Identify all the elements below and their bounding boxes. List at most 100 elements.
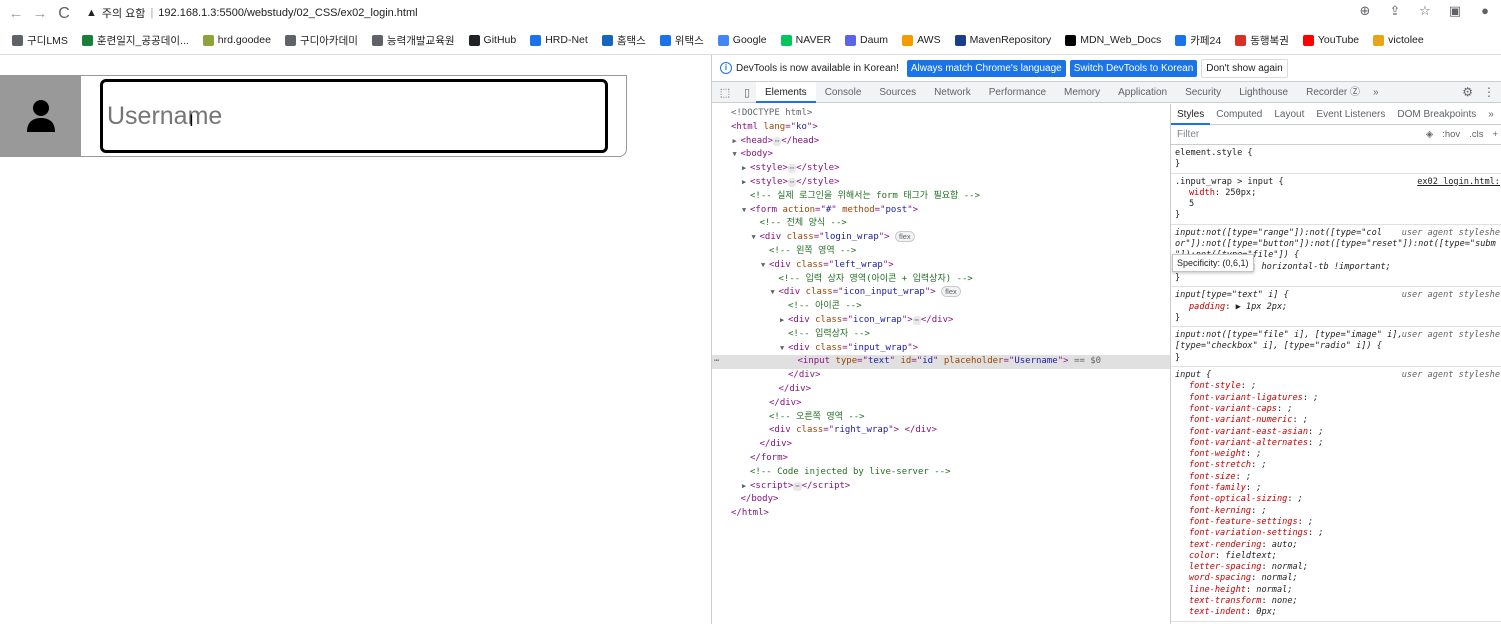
dom-node[interactable]: ▶ <head> ⋯ </head> [712, 135, 1170, 149]
css-property[interactable]: font-variant-east-asian: ; [1175, 427, 1498, 438]
url-text[interactable]: 192.168.1.3:5500/webstudy/02_CSS/ex02_lo… [158, 7, 417, 19]
dom-node[interactable]: ▼ <div class="login_wrap"> flex [712, 231, 1170, 245]
share-icon[interactable]: ⇪ [1385, 3, 1405, 19]
more-tabs-icon[interactable]: » [1373, 87, 1379, 98]
bookmark-item[interactable]: NAVER [780, 34, 831, 46]
dom-node[interactable]: <!-- 왼쪽 영역 --> [712, 245, 1170, 259]
dom-node[interactable]: ▶ <style> ⋯ </style> [712, 162, 1170, 176]
dom-node[interactable]: ▶ <style> ⋯ </style> [712, 176, 1170, 190]
dom-node[interactable]: <!-- 전체 양식 --> [712, 217, 1170, 231]
dom-node[interactable]: <!-- 실제 로그인을 위해서는 form 태그가 필요함 --> [712, 190, 1170, 204]
tab-recorder[interactable]: Recorder Ⓩ [1297, 82, 1369, 103]
settings-gear-icon[interactable]: ⚙ [1462, 85, 1473, 99]
dom-node[interactable]: <!-- 아이콘 --> [712, 300, 1170, 314]
css-property[interactable]: word-spacing: normal; [1175, 573, 1498, 584]
dont-show-again-button[interactable]: Don't show again [1201, 58, 1288, 78]
css-rule[interactable]: input[type="text" i] {user agent stylesh… [1171, 287, 1501, 328]
css-property[interactable]: font-variant-ligatures: ; [1175, 393, 1498, 404]
styles-tab[interactable]: » [1482, 104, 1500, 125]
dom-node[interactable]: <!-- 입력 상자 영역(아이콘 + 입력상자) --> [712, 273, 1170, 287]
bookmark-item[interactable]: 능력개발교육원 [371, 33, 455, 48]
match-language-button[interactable]: Always match Chrome's language [906, 59, 1066, 77]
dom-node[interactable]: </div> [712, 438, 1170, 452]
bookmark-item[interactable]: MDN_Web_Docs [1065, 34, 1161, 46]
css-rule[interactable]: element.style {} [1171, 145, 1501, 174]
zoom-icon[interactable]: ⊕ [1355, 3, 1375, 19]
dom-node[interactable]: <!DOCTYPE html> [712, 107, 1170, 121]
styles-filter[interactable]: Filter ◈:hov .cls + [1171, 125, 1501, 145]
css-rule[interactable]: .input_wrap > input {ex02_login.html: wid… [1171, 174, 1501, 225]
styles-tab[interactable]: Computed [1210, 104, 1268, 125]
dom-node[interactable]: <!-- Code injected by live-server --> [712, 466, 1170, 480]
styles-tab[interactable]: Event Listeners [1310, 104, 1391, 125]
bookmark-item[interactable]: victolee [1373, 34, 1424, 46]
css-rule[interactable]: input {user agent styleshe font-style: ; f… [1171, 367, 1501, 622]
tab-network[interactable]: Network [925, 82, 980, 103]
css-property[interactable]: text-transform: none; [1175, 596, 1498, 607]
bookmark-item[interactable]: hrd.goodee [202, 34, 271, 46]
bookmark-item[interactable]: 위택스 [659, 33, 704, 48]
sidepanel-icon[interactable]: ▣ [1445, 3, 1465, 19]
bookmark-item[interactable]: 동행복권 [1235, 33, 1289, 48]
filter-tool[interactable]: + [1492, 129, 1498, 140]
css-property[interactable]: font-variant-numeric: ; [1175, 415, 1498, 426]
device-toggle-icon[interactable]: ▯ [738, 86, 756, 99]
rule-source[interactable]: ex02_login.html: [1417, 177, 1500, 188]
warning-icon[interactable]: ▲ [86, 7, 97, 19]
bookmark-item[interactable]: Google [717, 34, 767, 46]
dom-node[interactable]: ▼ <div class="left_wrap"> [712, 259, 1170, 273]
dom-node[interactable]: </form> [712, 452, 1170, 466]
dom-node[interactable]: <html lang="ko"> [712, 121, 1170, 135]
css-property[interactable]: font-family: ; [1175, 483, 1498, 494]
css-property[interactable]: letter-spacing: normal; [1175, 562, 1498, 573]
bookmark-item[interactable]: YouTube [1302, 34, 1359, 46]
filter-input[interactable]: Filter [1177, 129, 1426, 140]
dom-node[interactable]: ▶ <div class="icon_wrap"> ⋯ </div> [712, 314, 1170, 328]
styles-tab[interactable]: Layout [1268, 104, 1310, 125]
kebab-menu-icon[interactable]: ⋮ [1483, 85, 1495, 99]
dom-node[interactable]: ▼ <div class="input_wrap"> [712, 342, 1170, 356]
omnibox[interactable]: ▲ 주의 요함 | 192.168.1.3:5500/webstudy/02_C… [86, 2, 1386, 24]
dom-node[interactable]: <input type="text" id="id" placeholder="… [712, 355, 1170, 370]
css-property[interactable]: font-size: ; [1175, 472, 1498, 483]
forward-icon[interactable]: → [28, 2, 52, 26]
css-property[interactable]: line-height: normal; [1175, 585, 1498, 596]
username-input[interactable] [100, 79, 608, 153]
dom-node[interactable]: </div> [712, 369, 1170, 383]
bookmark-item[interactable]: HRD-Net [530, 34, 588, 46]
css-property[interactable]: font-feature-settings: ; [1175, 517, 1498, 528]
dom-node[interactable]: ▶ <script> ⋯ </script> [712, 480, 1170, 494]
css-property[interactable]: font-kerning: ; [1175, 506, 1498, 517]
bookmark-item[interactable]: AWS [902, 34, 941, 46]
back-icon[interactable]: ← [4, 2, 28, 26]
inspect-icon[interactable]: ⬚ [716, 86, 734, 99]
css-property[interactable]: text-rendering: auto; [1175, 540, 1498, 551]
dom-node[interactable]: ▼ <form action="#" method="post"> [712, 204, 1170, 218]
dom-node[interactable]: </div> [712, 383, 1170, 397]
switch-korean-button[interactable]: Switch DevTools to Korean [1069, 59, 1198, 77]
star-icon[interactable]: ☆ [1415, 3, 1435, 19]
dom-node[interactable]: <div class="right_wrap"> </div> [712, 424, 1170, 438]
css-property[interactable]: font-weight: ; [1175, 449, 1498, 460]
css-property[interactable]: width: 250px; [1175, 188, 1498, 199]
bookmark-item[interactable]: Daum [845, 34, 888, 46]
bookmark-item[interactable]: 카페24 [1175, 33, 1221, 48]
css-property[interactable]: font-style: ; [1175, 381, 1498, 392]
bookmark-item[interactable]: 홈택스 [601, 33, 646, 48]
tab-performance[interactable]: Performance [980, 82, 1055, 103]
profile-icon[interactable]: ● [1475, 3, 1495, 19]
tab-application[interactable]: Application [1109, 82, 1176, 103]
tab-memory[interactable]: Memory [1055, 82, 1109, 103]
css-rule[interactable]: input:not([type="file" i], [type="image"… [1171, 327, 1501, 368]
security-label[interactable]: 주의 요함 [102, 5, 146, 21]
styles-tab[interactable]: DOM Breakpoints [1391, 104, 1482, 125]
tab-security[interactable]: Security [1176, 82, 1230, 103]
dom-node[interactable]: <!-- 입력상자 --> [712, 328, 1170, 342]
tab-sources[interactable]: Sources [870, 82, 925, 103]
css-property[interactable]: color: fieldtext; [1175, 551, 1498, 562]
filter-tool[interactable]: :hov [1442, 129, 1460, 140]
css-property[interactable]: font-optical-sizing: ; [1175, 494, 1498, 505]
dom-node[interactable]: <!-- 오른쪽 영역 --> [712, 411, 1170, 425]
css-property[interactable]: text-indent: 0px; [1175, 607, 1498, 618]
dom-node[interactable]: ▼ <body> [712, 148, 1170, 162]
